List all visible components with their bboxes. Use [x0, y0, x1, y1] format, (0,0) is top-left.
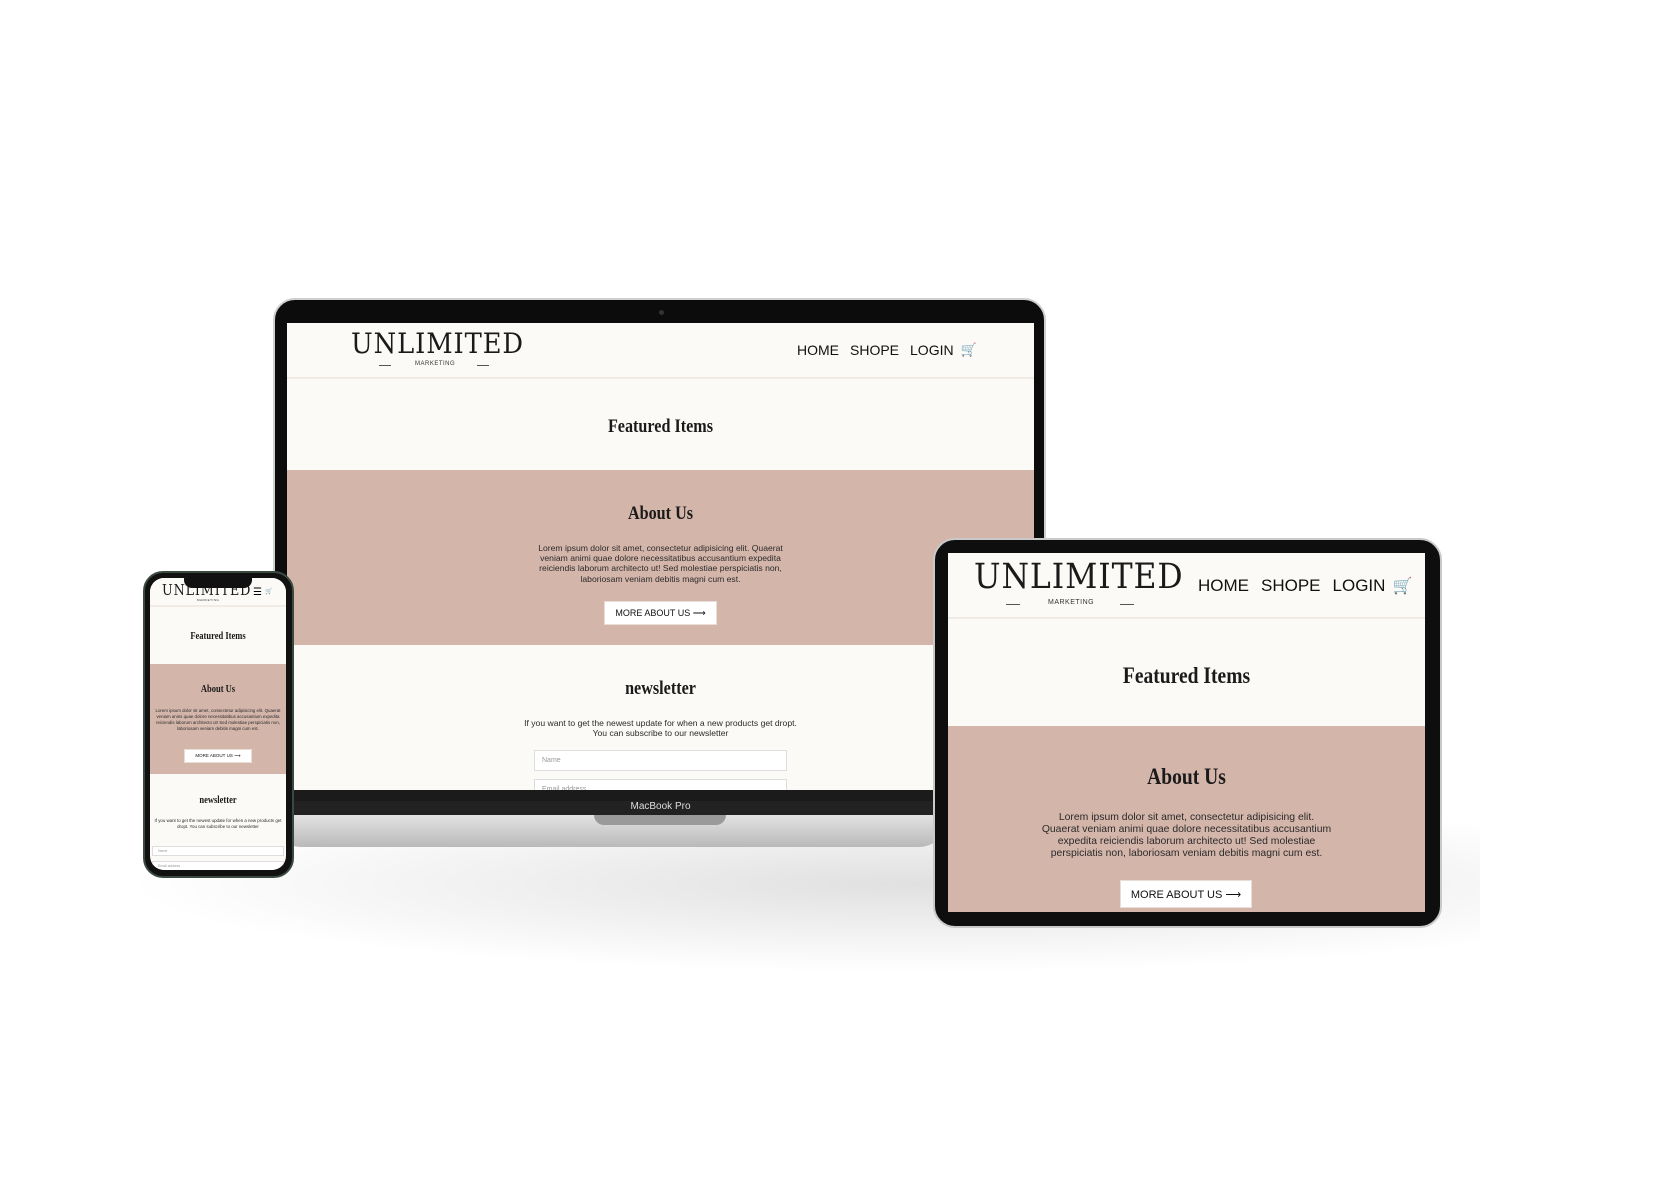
more-about-us-button[interactable]: MORE ABOUT US ⟶ — [604, 601, 717, 625]
laptop-screen: UNLIMITED MARKETING HOME SHOPE LOGIN 🛒 F… — [287, 323, 1034, 790]
logo-subtitle: MARKETING — [1048, 599, 1095, 606]
featured-title: Featured Items — [607, 416, 714, 437]
featured-title: Featured Items — [1122, 663, 1251, 688]
site-header: UNLIMITED MARKETING HOME SHOPE LOGIN 🛒 — [948, 553, 1425, 619]
logo-dash — [379, 365, 391, 366]
more-about-us-button[interactable]: MORE ABOUT US ⟶ — [184, 749, 252, 763]
logo-dash — [1006, 604, 1020, 605]
about-text: Lorem ipsum dolor sit amet, consectetur … — [1041, 812, 1332, 859]
about-section: About Us Lorem ipsum dolor sit amet, con… — [948, 726, 1425, 912]
camera-icon — [659, 310, 664, 315]
about-text: Lorem ipsum dolor sit amet, consectetur … — [538, 543, 783, 584]
newsletter-text: If you want to get the newest update for… — [524, 718, 797, 739]
nav-shope[interactable]: SHOPE — [850, 342, 899, 358]
email-input[interactable]: Email address — [534, 779, 787, 790]
name-input[interactable]: Name — [534, 750, 787, 771]
nav-home[interactable]: HOME — [1198, 576, 1249, 596]
nav-shope[interactable]: SHOPE — [1261, 576, 1321, 596]
email-input[interactable]: Email address — [152, 861, 284, 870]
nav-login[interactable]: LOGIN — [910, 342, 954, 358]
main-nav: HOME SHOPE LOGIN 🛒 — [797, 342, 977, 358]
laptop-label: MacBook Pro — [287, 801, 1034, 815]
cart-icon[interactable]: 🛒 — [265, 588, 272, 595]
hamburger-menu-icon[interactable]: ☰ — [253, 588, 262, 598]
name-input[interactable]: Name — [152, 846, 284, 856]
about-section: About Us Lorem ipsum dolor sit amet, con… — [150, 664, 286, 774]
about-section: About Us Lorem ipsum dolor sit amet, con… — [287, 470, 1034, 645]
logo-subtitle: MARKETING — [415, 361, 456, 367]
about-title: About Us — [200, 684, 236, 695]
site-logo[interactable]: UNLIMITED — [351, 327, 524, 360]
about-title: About Us — [627, 503, 694, 524]
more-about-us-button[interactable]: MORE ABOUT US ⟶ — [1120, 880, 1252, 908]
featured-title: Featured Items — [190, 631, 246, 642]
nav-login[interactable]: LOGIN — [1333, 576, 1386, 596]
logo-subtitle: MARKETING — [197, 598, 220, 602]
about-text: Lorem ipsum dolor sit amet, consectetur … — [155, 708, 281, 731]
logo-dash — [1120, 604, 1134, 605]
phone-notch — [184, 578, 252, 588]
newsletter-text: If you want to get the newest update for… — [154, 818, 282, 829]
logo-dash — [477, 365, 489, 366]
laptop-notch — [594, 815, 726, 825]
main-nav: HOME SHOPE LOGIN 🛒 — [1198, 576, 1412, 596]
cart-icon[interactable]: 🛒 — [961, 342, 977, 358]
phone-screen: UNLIMITED MARKETING ☰ 🛒 Featured Items A… — [150, 578, 286, 870]
cart-icon[interactable]: 🛒 — [1392, 576, 1412, 596]
newsletter-title: newsletter — [625, 678, 696, 699]
about-title: About Us — [1147, 764, 1226, 789]
newsletter-title: newsletter — [199, 795, 237, 806]
nav-home[interactable]: HOME — [797, 342, 839, 358]
site-logo[interactable]: UNLIMITED — [974, 557, 1184, 597]
tablet-screen: UNLIMITED MARKETING HOME SHOPE LOGIN 🛒 F… — [948, 553, 1425, 912]
site-header: UNLIMITED MARKETING HOME SHOPE LOGIN 🛒 — [287, 323, 1034, 379]
